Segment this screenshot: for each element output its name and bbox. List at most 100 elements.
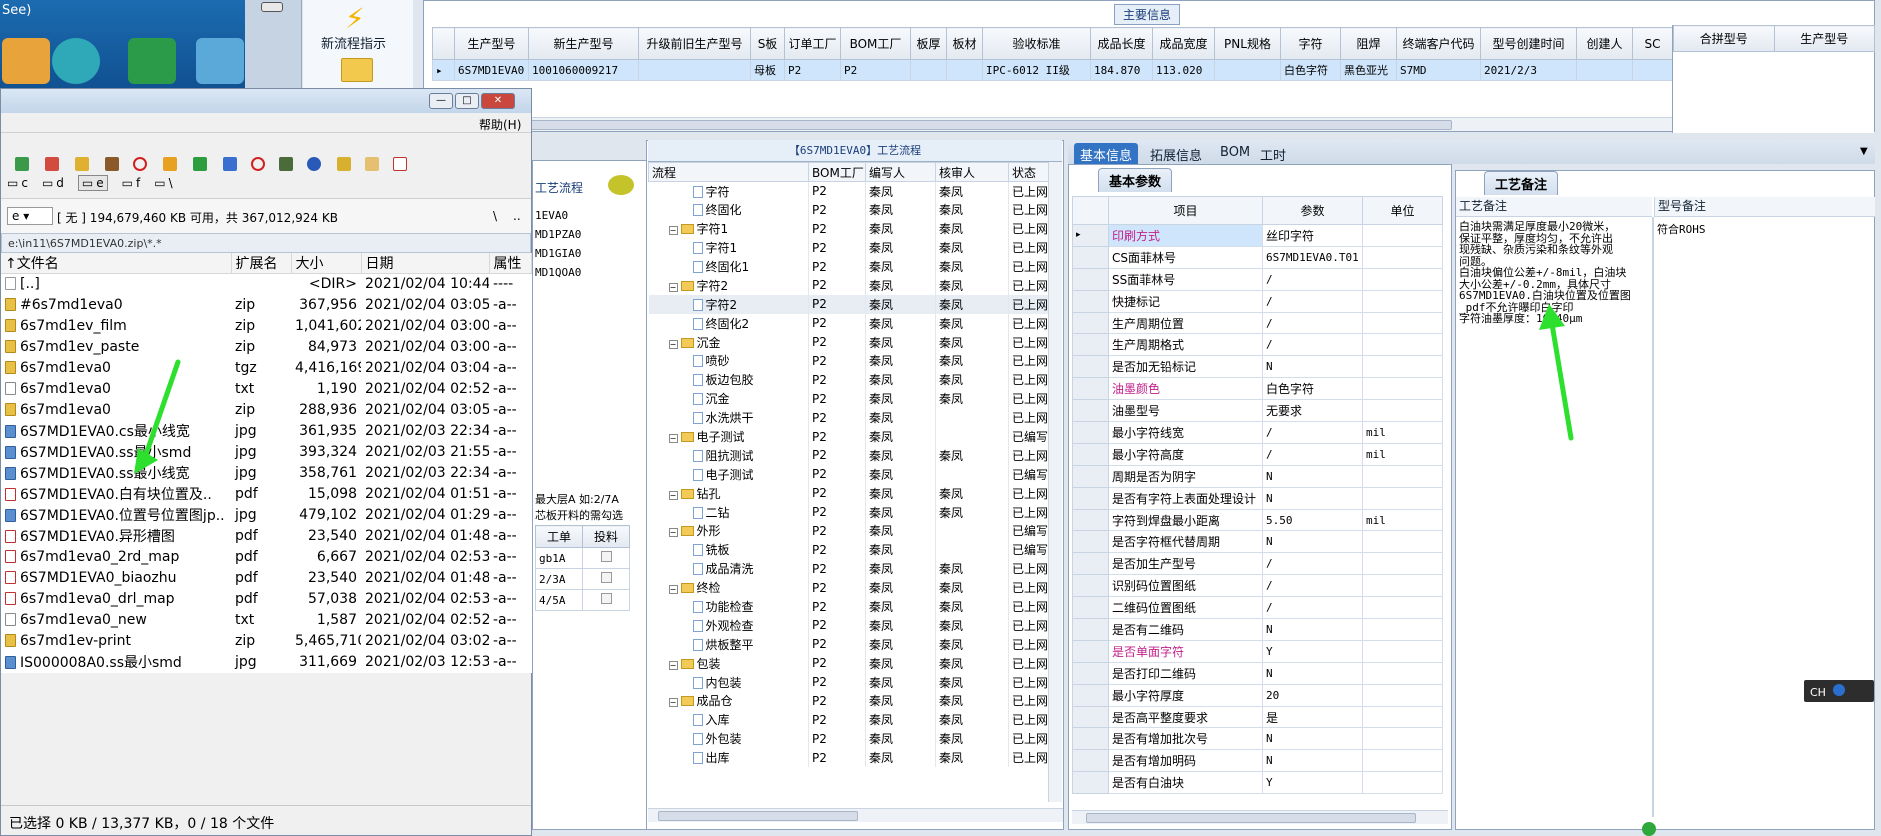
table-row[interactable]: 是否加无铅标记 N (1072, 355, 1443, 379)
col-header[interactable]: 合拼型号 (1673, 25, 1775, 52)
param-value[interactable]: 5.50 (1262, 508, 1363, 532)
param-value[interactable]: N (1262, 661, 1363, 685)
file-row[interactable]: 6S7MD1EVA0.ss最小线宽 jpg 358,761 2021/02/03 22… (1, 463, 531, 484)
col-header[interactable]: 阻焊 (1340, 27, 1397, 60)
collapse-toggle[interactable]: − (668, 434, 678, 444)
file-row[interactable]: IS000008A0.ss最小smd jpg 311,669 2021/02/03 1… (1, 652, 531, 673)
file-row[interactable]: 6s7md1eva0_2rd_map pdf 6,667 2021/02/04 02:… (1, 547, 531, 568)
scroll-thumb[interactable] (658, 811, 858, 821)
table-row[interactable]: 是否有增加明码 N (1072, 749, 1443, 773)
cell[interactable]: 1001060009217 (528, 59, 639, 81)
col-header[interactable]: 单位 (1362, 196, 1443, 225)
param-value[interactable]: / (1262, 289, 1363, 313)
param-value[interactable]: 白色字符 (1262, 377, 1363, 401)
table-row[interactable]: − 终检 P2 秦凤 秦凤 已上网 (648, 578, 1049, 598)
block-icon[interactable] (133, 157, 147, 171)
ime-indicator[interactable]: CH (1804, 680, 1874, 702)
table-row[interactable]: gb1A (535, 547, 630, 569)
param-value[interactable]: 无要求 (1262, 399, 1363, 423)
table-row[interactable]: 是否有增加批次号 N (1072, 727, 1443, 751)
table-row[interactable]: 电子测试 P2 秦凤 已编写 (648, 464, 1049, 484)
feed-checkbox[interactable] (600, 572, 612, 583)
scroll-thumb[interactable] (452, 120, 1452, 130)
table-row[interactable]: 沉金 P2 秦凤 秦凤 已上网 (648, 389, 1049, 409)
file-row[interactable]: 6S7MD1EVA0.异形槽图 pdf 23,540 2021/02/04 01:48… (1, 526, 531, 547)
param-value[interactable]: N (1262, 355, 1363, 379)
collapse-toggle[interactable]: − (668, 490, 678, 500)
file-row[interactable]: 6S7MD1EVA0.位置号位置图jp.. jpg 479,102 2021/02/0… (1, 505, 531, 526)
table-row[interactable]: 是否有字符上表面处理设计 N (1072, 486, 1443, 510)
cell[interactable] (910, 59, 947, 81)
table-row[interactable]: 入库 P2 秦凤 秦凤 已上网 (648, 710, 1049, 730)
file-row[interactable]: 6S7MD1EVA0.ss最小smd jpg 393,324 2021/02/03 2… (1, 442, 531, 463)
cell[interactable] (946, 59, 983, 81)
col-header[interactable]: 成品长度 (1090, 27, 1153, 60)
col-header[interactable]: 核审人 (935, 162, 1009, 182)
scroll-thumb[interactable] (1086, 813, 1416, 823)
col-header[interactable]: 板厚 (910, 27, 947, 60)
file-row[interactable]: 6S7MD1EVA0.白有块位置及.. pdf 15,098 2021/02/04 0… (1, 484, 531, 505)
basic-params-hscroll[interactable] (1072, 810, 1448, 824)
table-row[interactable]: − 字符1 P2 秦凤 秦凤 已上网 (648, 219, 1049, 239)
tool-icon[interactable] (223, 157, 237, 171)
param-value[interactable]: N (1262, 530, 1363, 554)
minimize-button[interactable]: — (429, 93, 453, 109)
table-row[interactable]: − 钻孔 P2 秦凤 秦凤 已上网 (648, 483, 1049, 503)
table-row[interactable]: 快捷标记 / (1072, 289, 1443, 313)
table-row[interactable]: 油墨颜色 白色字符 (1072, 377, 1443, 401)
table-row[interactable]: 最小字符厚度 20 (1072, 683, 1443, 707)
main-info-hscroll[interactable] (432, 117, 1672, 131)
tab-bom[interactable]: BOM (1214, 143, 1256, 162)
table-row[interactable]: 字符到焊盘最小距离 5.50 mil (1072, 508, 1443, 532)
file-row[interactable]: 6S7MD1EVA0.cs最小线宽 jpg 361,935 2021/02/03 22… (1, 421, 531, 442)
collapse-toggle[interactable]: − (668, 660, 678, 670)
table-row[interactable]: 是否高平整度要求是 (1072, 705, 1443, 729)
table-row[interactable]: 烘板整平 P2 秦凤 秦凤 已上网 (648, 634, 1049, 654)
cell[interactable]: 184.870 (1090, 59, 1153, 81)
table-row[interactable]: 二钻 P2 秦凤 秦凤 已上网 (648, 502, 1049, 522)
table-row[interactable]: 是否加生产型号 / (1072, 552, 1443, 576)
param-value[interactable]: Y (1262, 771, 1363, 795)
param-value[interactable]: 20 (1262, 683, 1363, 707)
table-row[interactable]: 字符 P2 秦凤 秦凤 已上网 (648, 181, 1049, 201)
cell[interactable] (1576, 59, 1633, 81)
file-row[interactable]: 6s7md1eva0_new txt 1,587 2021/02/04 02:52 -a… (1, 610, 531, 631)
col-header[interactable]: 编写人 (865, 162, 936, 182)
tab-basic-params[interactable]: 基本参数 (1098, 168, 1173, 192)
tool-icon[interactable] (105, 157, 119, 171)
col-header[interactable]: BOM工厂 (808, 162, 866, 182)
table-row[interactable]: CS面菲林号 6S7MD1EVA0.T01 (1072, 245, 1443, 269)
file-row[interactable]: [..] <DIR> 2021/02/04 10:44 ---- (1, 274, 531, 295)
feed-checkbox[interactable] (600, 551, 612, 562)
gamepad-icon[interactable] (261, 2, 283, 12)
file-row[interactable]: #6s7md1eva0 zip 367,956 2021/02/04 03:05 -a-… (1, 295, 531, 316)
table-row[interactable]: 功能检查 P2 秦凤 秦凤 已上网 (648, 597, 1049, 616)
collapse-toggle[interactable]: − (668, 226, 678, 236)
table-row[interactable]: 字符2 P2 秦凤 秦凤 已上网 (648, 294, 1049, 314)
process-item[interactable]: MD1GIA0 (535, 247, 645, 266)
table-row[interactable]: 终固化 P2 秦凤 秦凤 已上网 (648, 200, 1049, 220)
param-value[interactable]: / (1262, 442, 1363, 466)
desktop-app-icon[interactable] (52, 38, 100, 84)
tab-work-hours[interactable]: 工时 (1254, 143, 1292, 166)
col-header[interactable]: ↑文件名 (1, 253, 232, 274)
table-row[interactable]: 是否有二维码 N (1072, 618, 1443, 641)
tool-icon[interactable] (163, 157, 177, 171)
process-item[interactable]: MD1PZA0 (535, 228, 645, 247)
tool-icon[interactable] (45, 157, 59, 171)
param-value[interactable]: / (1262, 596, 1363, 620)
table-row[interactable]: 铣板 P2 秦凤 已编写 (648, 540, 1049, 560)
table-row[interactable]: 终固化2 P2 秦凤 秦凤 已上网 (648, 313, 1049, 333)
file-row[interactable]: 6s7md1eva0_drl_map pdf 57,038 2021/02/04 02… (1, 589, 531, 610)
col-header[interactable]: 流程 (648, 162, 809, 182)
col-header[interactable]: 生产型号 (1773, 25, 1875, 52)
param-value[interactable]: 是 (1262, 705, 1363, 729)
cell[interactable]: P2 (784, 59, 841, 81)
col-header[interactable]: 状态 (1008, 162, 1049, 182)
table-row[interactable]: 喷砂 P2 秦凤 秦凤 已上网 (648, 351, 1049, 371)
col-header[interactable]: 订单工厂 (784, 27, 841, 60)
param-value[interactable]: 丝印字符 (1262, 224, 1363, 247)
col-header[interactable]: 板材 (946, 27, 983, 60)
tab-basic-info[interactable]: 基本信息 (1074, 143, 1139, 166)
table-row[interactable]: 字符1 P2 秦凤 秦凤 已上网 (648, 238, 1049, 258)
